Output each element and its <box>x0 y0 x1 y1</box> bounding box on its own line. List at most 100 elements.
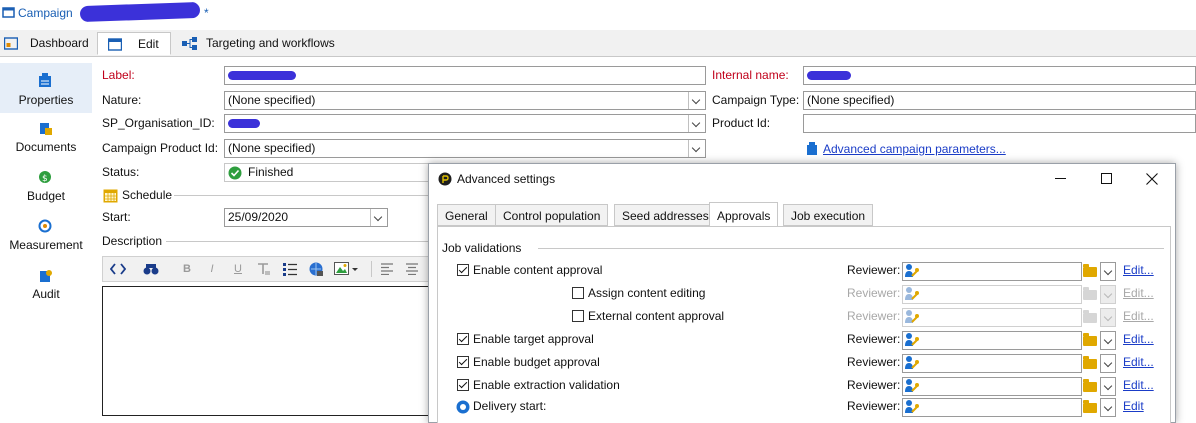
app-icon <box>438 172 452 186</box>
reviewer-field[interactable] <box>902 377 1082 396</box>
external-content-approval-checkbox[interactable] <box>572 310 584 322</box>
measurement-icon <box>38 219 52 233</box>
dialog-title: Advanced settings <box>457 172 556 186</box>
description-editor[interactable] <box>102 286 432 416</box>
nature-dropdown-icon[interactable] <box>688 92 705 109</box>
minimize-button[interactable] <box>1037 164 1083 194</box>
campaign-type-label: Campaign Type: <box>712 93 800 107</box>
underline-icon[interactable]: U <box>230 261 246 277</box>
campaign-icon <box>2 7 15 18</box>
campaign-product-label: Campaign Product Id: <box>102 141 219 155</box>
label-label: Label: <box>102 68 135 82</box>
tab-seed-addresses[interactable]: Seed addresses <box>614 204 717 226</box>
org-id-select[interactable] <box>224 114 706 133</box>
folder-icon[interactable] <box>1083 264 1097 277</box>
start-date-field[interactable]: 25/09/2020 <box>224 208 388 227</box>
reviewer-dropdown[interactable] <box>1100 398 1116 417</box>
schedule-divider <box>174 195 432 196</box>
maximize-button[interactable] <box>1083 164 1129 194</box>
tab-general[interactable]: General <box>437 204 496 226</box>
product-id-input[interactable] <box>803 114 1196 133</box>
label-input[interactable] <box>224 66 706 85</box>
enable-budget-approval-checkbox[interactable] <box>457 356 469 368</box>
folder-icon[interactable] <box>1083 379 1097 392</box>
source-code-icon[interactable] <box>110 262 126 276</box>
enable-target-approval-checkbox[interactable] <box>457 333 469 345</box>
editor-toolbar: B I U <box>102 256 432 282</box>
tab-approvals[interactable]: Approvals <box>709 202 779 227</box>
internal-name-input[interactable] <box>803 66 1196 85</box>
sidebar: Properties Documents $ Budget Measuremen… <box>0 57 92 410</box>
user-key-icon <box>904 309 920 325</box>
insert-link-icon[interactable] <box>308 261 324 277</box>
reviewer-field[interactable] <box>902 354 1082 373</box>
enable-content-approval-checkbox[interactable] <box>457 264 469 276</box>
bold-icon[interactable]: B <box>179 261 195 277</box>
reviewer-field[interactable] <box>902 262 1082 281</box>
sidebar-label-properties: Properties <box>18 93 74 107</box>
description-divider <box>166 241 432 242</box>
tab-targeting-workflows[interactable]: Targeting and workflows <box>176 32 352 55</box>
main-tab-strip: Dashboard Edit Targeting and workflows <box>0 30 1196 57</box>
sidebar-label-audit: Audit <box>32 287 60 301</box>
reviewer-dropdown[interactable] <box>1100 262 1116 281</box>
assign-content-editing-checkbox[interactable] <box>572 287 584 299</box>
svg-text:$: $ <box>42 174 48 184</box>
sidebar-item-budget[interactable]: $ Budget <box>0 167 92 213</box>
edit-reviewer-link: Edit... <box>1123 286 1154 300</box>
edit-reviewer-link[interactable]: Edit... <box>1123 378 1154 392</box>
tab-job-execution[interactable]: Job execution <box>783 204 874 226</box>
align-center-icon[interactable] <box>406 263 419 275</box>
redacted-title <box>79 1 201 23</box>
sidebar-item-documents[interactable]: Documents <box>0 117 92 163</box>
workflow-icon <box>182 37 197 50</box>
folder-icon[interactable] <box>1083 356 1097 369</box>
find-icon[interactable] <box>143 262 160 276</box>
tab-dashboard[interactable]: Dashboard <box>0 32 96 55</box>
window-title: Campaign <box>18 6 73 20</box>
edit-form-icon <box>108 38 122 51</box>
advanced-campaign-parameters-link[interactable]: Advanced campaign parameters... <box>823 142 1006 156</box>
folder-icon[interactable] <box>1083 400 1097 413</box>
clear-format-icon[interactable] <box>257 263 271 276</box>
audit-icon <box>40 270 52 282</box>
campaign-product-dropdown-icon[interactable] <box>688 140 705 157</box>
insert-image-icon[interactable] <box>334 261 360 277</box>
redacted-value <box>228 119 260 128</box>
org-id-dropdown-icon[interactable] <box>688 115 705 132</box>
edit-reviewer-link[interactable]: Edit... <box>1123 332 1154 346</box>
reviewer-field[interactable] <box>902 331 1082 350</box>
sidebar-item-properties[interactable]: Properties <box>0 63 92 113</box>
sidebar-label-budget: Budget <box>26 189 66 203</box>
nature-select[interactable]: (None specified) <box>224 91 706 110</box>
campaign-product-value: (None specified) <box>228 141 316 155</box>
job-validations-title: Job validations <box>442 241 522 255</box>
sidebar-item-measurement[interactable]: Measurement <box>0 215 92 261</box>
edit-reviewer-link[interactable]: Edit... <box>1123 263 1154 277</box>
enable-extraction-validation-checkbox[interactable] <box>457 379 469 391</box>
bullet-list-icon[interactable] <box>283 262 297 276</box>
reviewer-label: Reviewer: <box>847 355 901 369</box>
reviewer-dropdown[interactable] <box>1100 354 1116 373</box>
user-key-icon <box>904 355 920 371</box>
sidebar-item-audit[interactable]: Audit <box>0 265 92 311</box>
reviewer-dropdown[interactable] <box>1100 377 1116 396</box>
parameters-icon <box>807 142 817 155</box>
nature-label: Nature: <box>102 93 142 107</box>
tab-control-population[interactable]: Control population <box>495 204 609 226</box>
close-button[interactable] <box>1129 164 1175 194</box>
edit-reviewer-link[interactable]: Edit <box>1123 399 1144 413</box>
campaign-product-select[interactable]: (None specified) <box>224 139 706 158</box>
sidebar-label-documents: Documents <box>15 140 77 154</box>
campaign-type-select[interactable]: (None specified) <box>803 91 1196 110</box>
reviewer-dropdown[interactable] <box>1100 331 1116 350</box>
dialog-title-bar: Advanced settings <box>429 164 1175 194</box>
italic-icon[interactable]: I <box>204 261 220 277</box>
align-left-icon[interactable] <box>381 263 394 275</box>
folder-icon[interactable] <box>1083 333 1097 346</box>
edit-reviewer-link[interactable]: Edit... <box>1123 355 1154 369</box>
start-date-dropdown-icon[interactable] <box>370 209 387 226</box>
minimize-icon <box>1055 178 1066 179</box>
reviewer-field[interactable] <box>902 398 1082 417</box>
tab-edit[interactable]: Edit <box>97 32 171 55</box>
